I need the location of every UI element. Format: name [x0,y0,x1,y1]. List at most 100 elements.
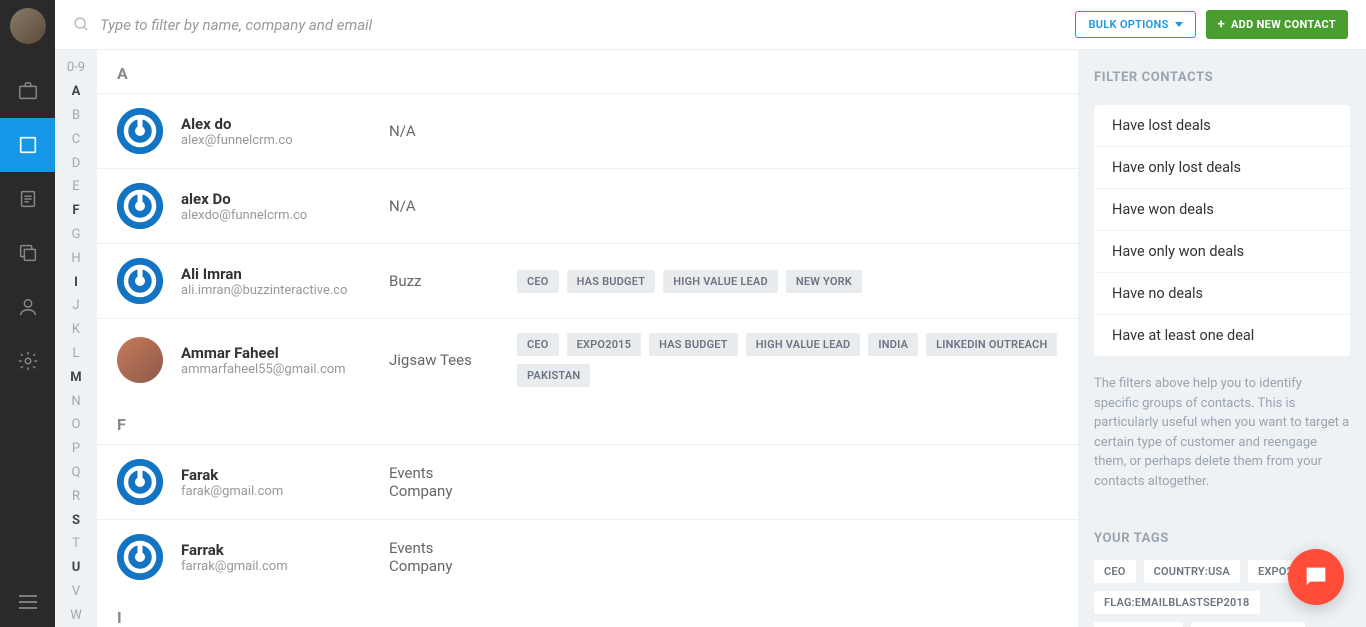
filter-note: The filters above help you to identify s… [1094,374,1350,491]
contact-email: ammarfaheel55@gmail.com [181,362,371,377]
contact-row[interactable]: Ali Imranali.imran@buzzinteractive.co Buz… [97,243,1078,318]
filter-item[interactable]: Have no deals [1094,273,1350,315]
tag[interactable]: CEO [517,333,559,356]
alpha-B[interactable]: B [72,104,80,128]
alpha-S[interactable]: S [72,508,80,532]
tag[interactable]: NEW YORK [786,270,862,293]
tag[interactable]: INDIA [868,333,918,356]
filter-heading: FILTER CONTACTS [1094,70,1350,85]
contact-company: Buzz [389,272,499,290]
alpha-K[interactable]: K [72,318,80,342]
contact-avatar [117,534,163,580]
chat-icon [1302,563,1330,591]
alpha-H[interactable]: H [71,246,80,270]
contact-row[interactable]: alex Doalexdo@funnelcrm.co N/A [97,168,1078,243]
alpha-F[interactable]: F [72,199,79,223]
alpha-M[interactable]: M [70,365,81,389]
contact-avatar [117,183,163,229]
filter-item[interactable]: Have won deals [1094,189,1350,231]
alpha-A[interactable]: A [72,80,81,104]
filter-item[interactable]: Have only won deals [1094,231,1350,273]
add-contact-button[interactable]: +ADD NEW CONTACT [1206,10,1348,39]
user-avatar[interactable] [10,8,46,44]
filter-list: Have lost dealsHave only lost dealsHave … [1094,105,1350,356]
alpha-L[interactable]: L [72,342,79,366]
chat-launcher[interactable] [1288,549,1344,605]
alpha-Q[interactable]: Q [72,461,81,485]
alpha-D[interactable]: D [72,151,81,175]
contact-company: N/A [389,197,499,215]
contact-meta: Farakfarak@gmail.com [181,466,371,499]
filter-item[interactable]: Have lost deals [1094,105,1350,147]
alpha-P[interactable]: P [72,437,80,461]
tag[interactable]: PAKISTAN [517,364,590,387]
filter-item[interactable]: Have at least one deal [1094,315,1350,356]
contact-email: ali.imran@buzzinteractive.co [181,283,371,298]
tag-cloud-item[interactable]: HAS BUDGET [1094,622,1183,627]
tag-cloud-item[interactable]: COUNTRY:USA [1144,560,1240,583]
bulk-options-button[interactable]: BULK OPTIONS [1075,11,1195,38]
menu-icon[interactable] [19,580,37,627]
contact-name: alex Do [181,190,371,208]
person-icon[interactable] [0,280,55,334]
contact-tags: CEO EXPO2015 HAS BUDGET HIGH VALUE LEAD INDI… [517,333,1058,387]
search-input[interactable] [100,16,1075,34]
contact-row[interactable]: Ammar Faheelammarfaheel55@gmail.com Jigsa… [97,318,1078,401]
tag[interactable]: HIGH VALUE LEAD [663,270,778,293]
tag-cloud-item[interactable]: FLAG:EMAILBLASTSEP2018 [1094,591,1260,614]
tag-cloud-item[interactable]: HIGH VALUE LEAD [1191,622,1306,627]
alpha-J[interactable]: J [72,294,79,318]
contact-meta: Ammar Faheelammarfaheel55@gmail.com [181,344,371,377]
group-header-I: I [97,594,1078,627]
contact-company: Jigsaw Tees [389,351,499,369]
contact-name: Farrak [181,541,371,559]
filter-item[interactable]: Have only lost deals [1094,147,1350,189]
contact-email: farak@gmail.com [181,484,371,499]
add-contact-label: ADD NEW CONTACT [1231,18,1336,31]
alpha-N[interactable]: N [71,389,80,413]
alpha-rail: 0-9ABCDEFGHIJKLMNOPQRSTUVW [55,50,97,627]
tag[interactable]: LINKEDIN OUTREACH [926,333,1057,356]
alpha-U[interactable]: U [72,556,81,580]
tag[interactable]: HIGH VALUE LEAD [746,333,861,356]
tag[interactable]: CEO [517,270,559,293]
notes-icon[interactable] [0,172,55,226]
contact-avatar [117,258,163,304]
left-nav [0,0,55,627]
contact-row[interactable]: Farrakfarrak@gmail.comEvents Company [97,519,1078,594]
contact-email: alexdo@funnelcrm.co [181,208,371,223]
gear-icon[interactable] [0,334,55,388]
contact-avatar [117,459,163,505]
contacts-icon[interactable] [0,118,55,172]
group-header-A: A [97,50,1078,93]
main-area: BULK OPTIONS +ADD NEW CONTACT 0-9ABCDEFG… [55,0,1366,627]
copy-icon[interactable] [0,226,55,280]
alpha-O[interactable]: O [72,413,81,437]
tag-cloud-item[interactable]: CEO [1094,560,1136,583]
tags-heading: YOUR TAGS [1094,531,1350,546]
contact-row[interactable]: Alex doalex@funnelcrm.coN/A [97,93,1078,168]
content: 0-9ABCDEFGHIJKLMNOPQRSTUVW AAlex doalex@… [55,50,1366,627]
tag[interactable]: EXPO2015 [567,333,642,356]
tag[interactable]: HAS BUDGET [567,270,656,293]
alpha-G[interactable]: G [72,223,81,247]
alpha-T[interactable]: T [72,532,80,556]
alpha-E[interactable]: E [72,175,79,199]
alpha-0-9[interactable]: 0-9 [67,56,85,80]
alpha-C[interactable]: C [72,127,80,151]
contact-row[interactable]: Farakfarak@gmail.com Events Company [97,444,1078,519]
contact-company: Events Company [389,464,499,500]
contact-name: Ali Imran [181,265,371,283]
contact-name: Farak [181,466,371,484]
alpha-R[interactable]: R [72,484,80,508]
topbar: BULK OPTIONS +ADD NEW CONTACT [55,0,1366,50]
briefcase-icon[interactable] [0,64,55,118]
contact-company: N/A [389,122,499,140]
contact-email: farrak@gmail.com [181,559,371,574]
contact-name: Ammar Faheel [181,344,371,362]
alpha-I[interactable]: I [74,270,78,294]
tag[interactable]: HAS BUDGET [649,333,738,356]
alpha-W[interactable]: W [70,603,82,627]
contact-meta: Farrakfarrak@gmail.com [181,541,371,574]
alpha-V[interactable]: V [72,580,80,604]
